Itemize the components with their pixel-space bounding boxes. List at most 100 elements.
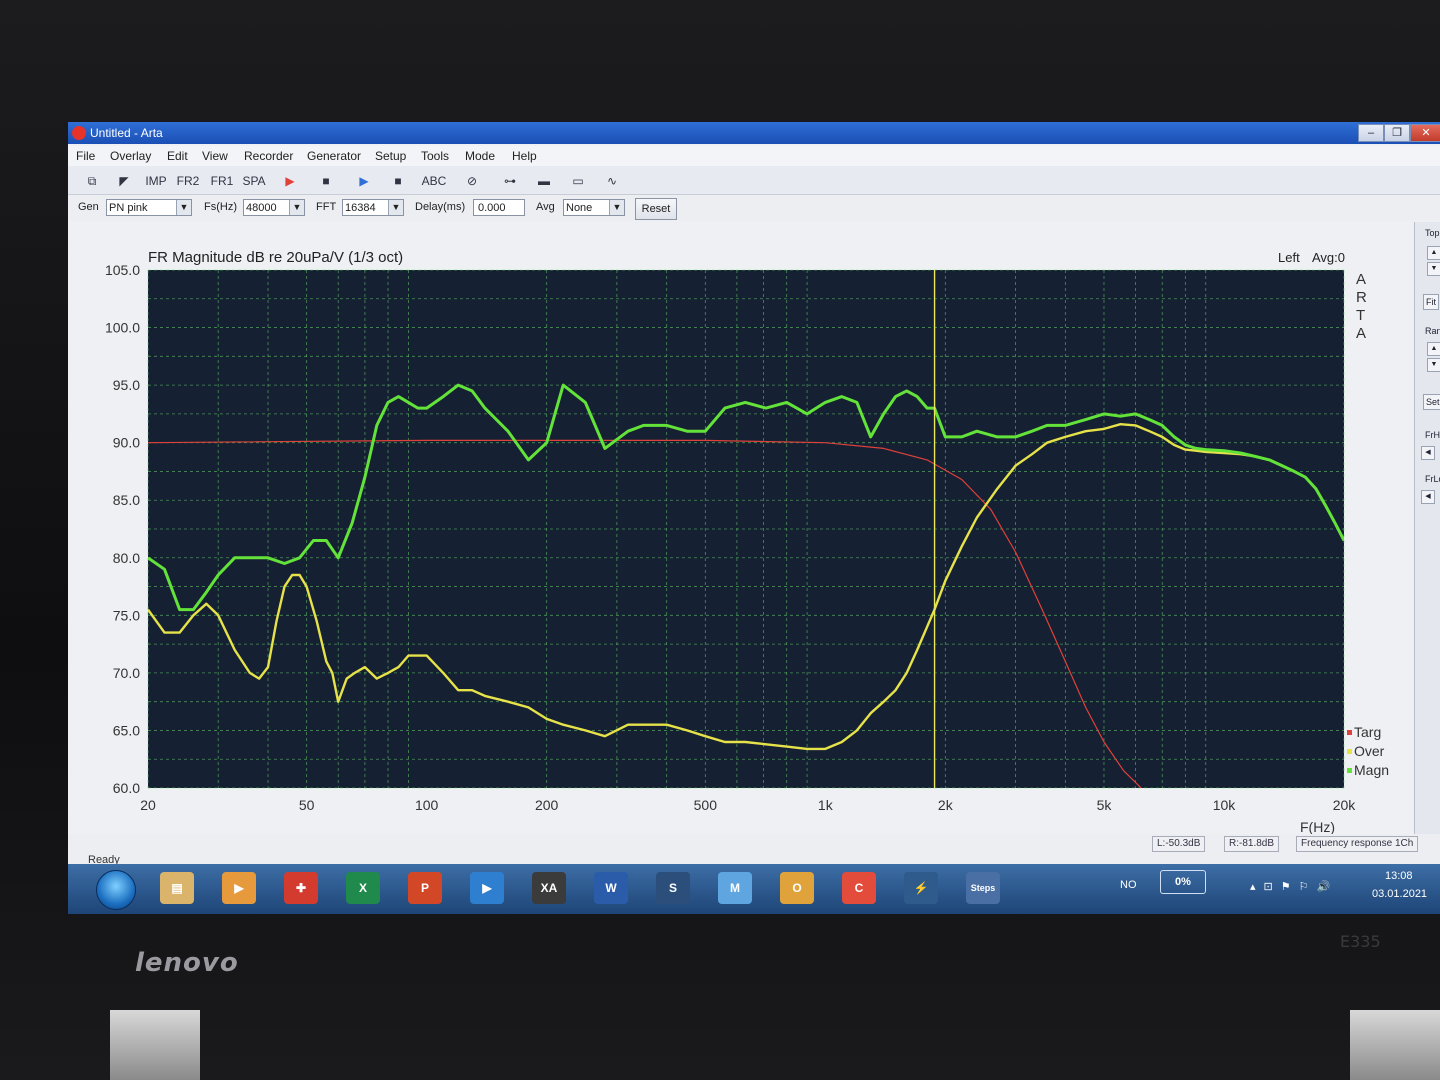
edit-button[interactable]: ◤ xyxy=(110,170,138,192)
fr1-button[interactable]: FR1 xyxy=(208,170,236,192)
start-button[interactable] xyxy=(96,870,136,910)
wave-button[interactable]: ∿ xyxy=(598,170,626,192)
mode-status: Frequency response 1Ch xyxy=(1296,836,1419,852)
x-tick-label: 20 xyxy=(140,797,156,813)
y-tick-label: 95.0 xyxy=(113,377,140,393)
hinge-right xyxy=(1350,1010,1440,1080)
y-tick-label: 60.0 xyxy=(113,780,140,796)
frlow-label: FrLo xyxy=(1425,474,1440,484)
excel-icon[interactable]: X xyxy=(346,872,380,904)
y-tick-label: 85.0 xyxy=(113,492,140,508)
steps-icon[interactable]: Steps xyxy=(966,872,1000,904)
legend-label-magn: Magn xyxy=(1354,762,1389,778)
menu-overlay[interactable]: Overlay xyxy=(110,149,151,163)
screen: Untitled - Arta ‒ ❐ ✕ File Overlay Edit … xyxy=(68,122,1440,914)
range-down-button[interactable]: ▼ xyxy=(1427,358,1440,372)
x-tick-label: 2k xyxy=(938,797,954,813)
legend-swatch-over xyxy=(1347,749,1352,754)
outlook-icon[interactable]: O xyxy=(780,872,814,904)
stop-button[interactable]: ■ xyxy=(312,170,340,192)
meter-button[interactable]: ▬ xyxy=(530,170,558,192)
spa-button[interactable]: SPA xyxy=(240,170,268,192)
parameter-row: Gen PN pink ▼ Fs(Hz) 48000 ▼ FFT 16384 ▼… xyxy=(68,195,1440,221)
x-tick-label: 20k xyxy=(1333,797,1357,813)
redapp-icon[interactable]: ✚ xyxy=(284,872,318,904)
legend-swatch-magn xyxy=(1347,768,1352,773)
menu-mode[interactable]: Mode xyxy=(465,149,495,163)
menu-view[interactable]: View xyxy=(202,149,228,163)
menu-file[interactable]: File xyxy=(76,149,95,163)
left-level: L:-50.3dB xyxy=(1152,836,1206,852)
reset-button[interactable]: Reset xyxy=(635,198,677,220)
arta-app-icon xyxy=(72,126,86,140)
gen-value: PN pink xyxy=(109,202,148,214)
probe-button[interactable]: ⊶ xyxy=(496,170,524,192)
chevron-down-icon: ▼ xyxy=(388,200,403,215)
no-signal-button[interactable]: ⊘ xyxy=(458,170,486,192)
y-tick-label: 70.0 xyxy=(113,665,140,681)
copy-button[interactable]: ⧉ xyxy=(78,170,106,192)
chevron-down-icon: ▼ xyxy=(289,200,304,215)
fs-value: 48000 xyxy=(246,202,277,214)
avg-select[interactable]: None ▼ xyxy=(563,199,625,216)
y-tick-label: 105.0 xyxy=(105,262,140,278)
m-icon[interactable]: M xyxy=(718,872,752,904)
scope-button[interactable]: ▭ xyxy=(564,170,592,192)
x-tick-label: 5k xyxy=(1097,797,1113,813)
hinge-left xyxy=(110,1010,200,1080)
frhigh-label: FrHig xyxy=(1425,430,1440,440)
fft-select[interactable]: 16384 ▼ xyxy=(342,199,404,216)
range-up-button[interactable]: ▲ xyxy=(1427,342,1440,356)
y-tick-label: 90.0 xyxy=(113,435,140,451)
y-tick-label: 80.0 xyxy=(113,550,140,566)
maximize-button[interactable]: ❐ xyxy=(1384,124,1410,142)
x-tick-label: 1k xyxy=(818,797,834,813)
record-button[interactable]: ▶ xyxy=(276,170,304,192)
close-button[interactable]: ✕ xyxy=(1410,124,1440,142)
arta-icon[interactable]: C xyxy=(842,872,876,904)
frlow-left-button[interactable]: ◀ xyxy=(1421,490,1435,504)
fr2-button[interactable]: FR2 xyxy=(174,170,202,192)
tray-icons[interactable]: ▴⊡⚑⚐🔊 xyxy=(1250,880,1338,893)
menu-tools[interactable]: Tools xyxy=(421,149,449,163)
set-button[interactable]: Set xyxy=(1423,394,1440,410)
x-tick-label: 50 xyxy=(299,797,315,813)
mediaplayer-icon[interactable]: ▶ xyxy=(470,872,504,904)
stop2-button[interactable]: ■ xyxy=(384,170,412,192)
language-indicator[interactable]: NO xyxy=(1120,879,1137,891)
menu-help[interactable]: Help xyxy=(512,149,537,163)
window-title: Untitled - Arta xyxy=(90,126,163,140)
fs-select[interactable]: 48000 ▼ xyxy=(243,199,305,216)
clock-date: 03.01.2021 xyxy=(1372,888,1428,900)
delay-input[interactable]: 0.000 xyxy=(473,199,525,216)
delay-label: Delay(ms) xyxy=(415,201,466,213)
explorer-icon[interactable]: ▤ xyxy=(160,872,194,904)
x-tick-label: 100 xyxy=(415,797,439,813)
play-button[interactable]: ▶ xyxy=(350,170,378,192)
imp-button[interactable]: IMP xyxy=(142,170,170,192)
powerpoint-icon[interactable]: P xyxy=(408,872,442,904)
menu-edit[interactable]: Edit xyxy=(167,149,188,163)
sonos-icon[interactable]: S xyxy=(656,872,690,904)
word-icon[interactable]: W xyxy=(594,872,628,904)
menu-recorder[interactable]: Recorder xyxy=(244,149,293,163)
channel-label: Left xyxy=(1278,250,1300,265)
minimize-button[interactable]: ‒ xyxy=(1358,124,1384,142)
frhigh-left-button[interactable]: ◀ xyxy=(1421,446,1435,460)
menu-generator[interactable]: Generator xyxy=(307,149,361,163)
fit-button[interactable]: Fit xyxy=(1423,294,1439,310)
y-tick-label: 100.0 xyxy=(105,320,140,336)
bolt-icon[interactable]: ⚡ xyxy=(904,872,938,904)
top-down-button[interactable]: ▼ xyxy=(1427,262,1440,276)
fs-label: Fs(Hz) xyxy=(204,201,237,213)
gen-select[interactable]: PN pink ▼ xyxy=(106,199,192,216)
top-label: Top xyxy=(1425,228,1440,238)
xa-icon[interactable]: XA xyxy=(532,872,566,904)
clock-time: 13:08 xyxy=(1385,870,1413,882)
abc-button[interactable]: ABC xyxy=(420,170,448,192)
top-up-button[interactable]: ▲ xyxy=(1427,246,1440,260)
media-icon[interactable]: ▶ xyxy=(222,872,256,904)
y-tick-label: 65.0 xyxy=(113,722,140,738)
menu-setup[interactable]: Setup xyxy=(375,149,406,163)
legend-label-targ: Targ xyxy=(1354,724,1381,740)
